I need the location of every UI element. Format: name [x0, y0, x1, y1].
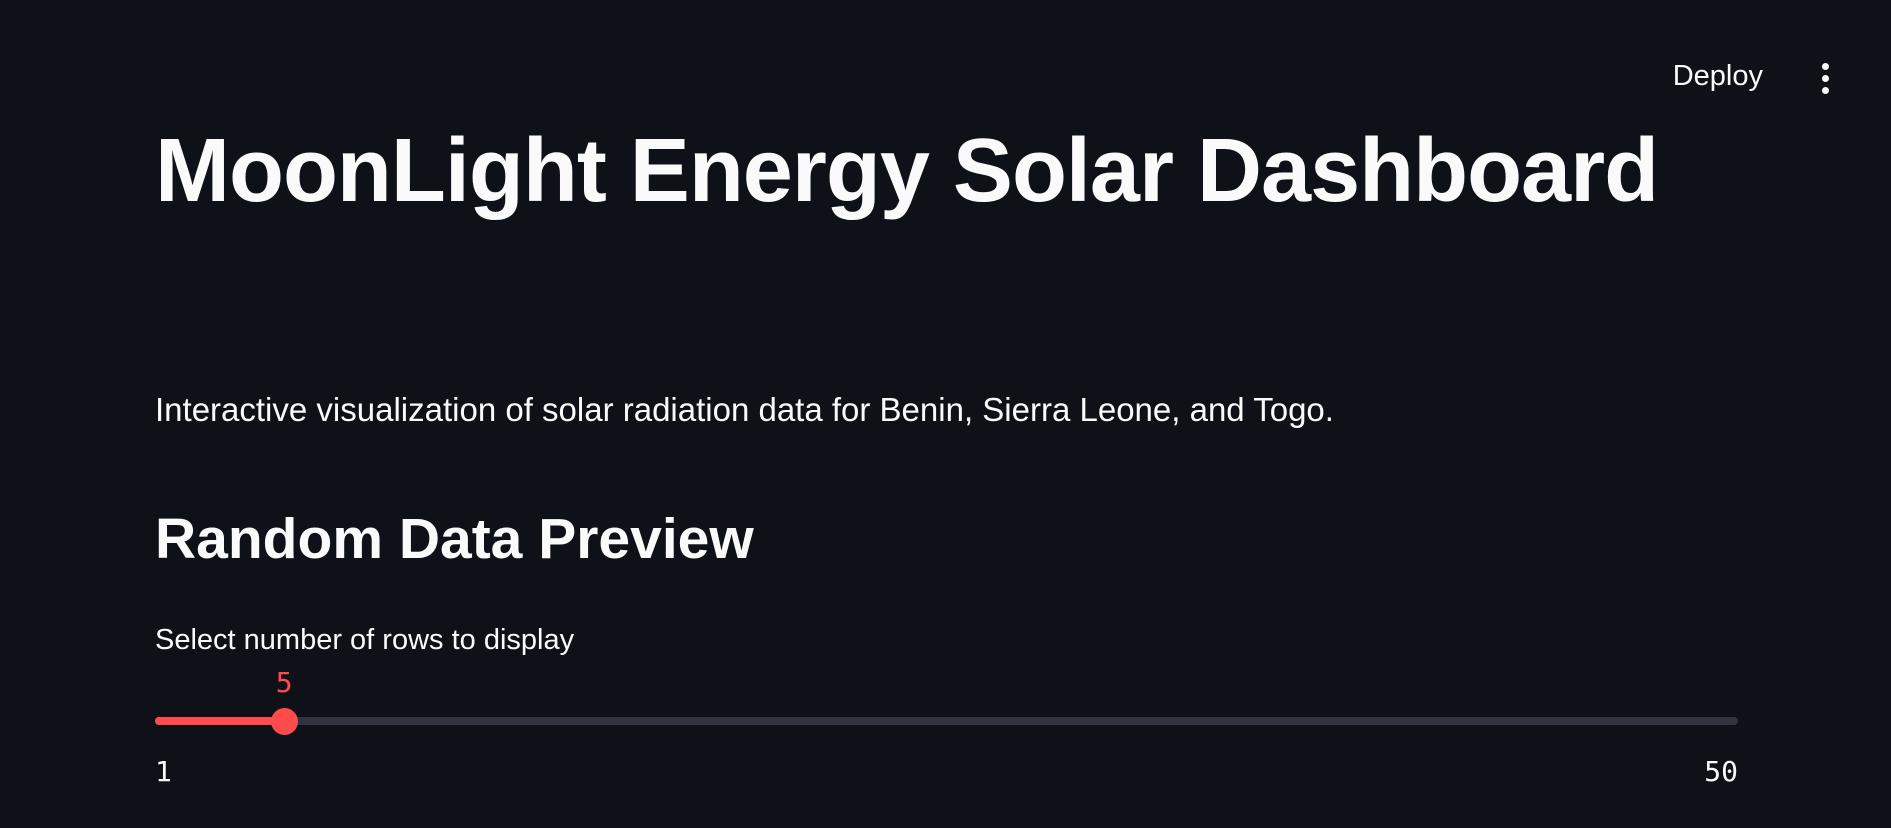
slider-filled-track	[155, 717, 285, 725]
slider-max-label: 50	[1704, 755, 1738, 788]
app-header: Deploy	[0, 0, 1891, 100]
vertical-ellipsis-icon	[1821, 62, 1829, 70]
slider-track[interactable]	[155, 717, 1738, 725]
vertical-ellipsis-icon	[1821, 74, 1829, 82]
main-menu-button[interactable]	[1809, 60, 1841, 96]
page-title: MoonLight Energy Solar Dashboard	[155, 121, 1659, 221]
deploy-button[interactable]: Deploy	[1673, 56, 1763, 96]
app-root: Deploy MoonLight Energy Solar Dashboard …	[0, 0, 1891, 828]
section-heading: Random Data Preview	[155, 507, 754, 571]
slider-current-value: 5	[275, 666, 293, 699]
vertical-ellipsis-icon	[1821, 86, 1829, 94]
rows-slider-label: Select number of rows to display	[155, 624, 575, 656]
rows-slider[interactable]: 5 1 50	[155, 664, 1738, 794]
page-description: Interactive visualization of solar radia…	[155, 391, 1334, 428]
slider-thumb[interactable]	[271, 708, 299, 735]
slider-min-label: 1	[155, 755, 172, 788]
